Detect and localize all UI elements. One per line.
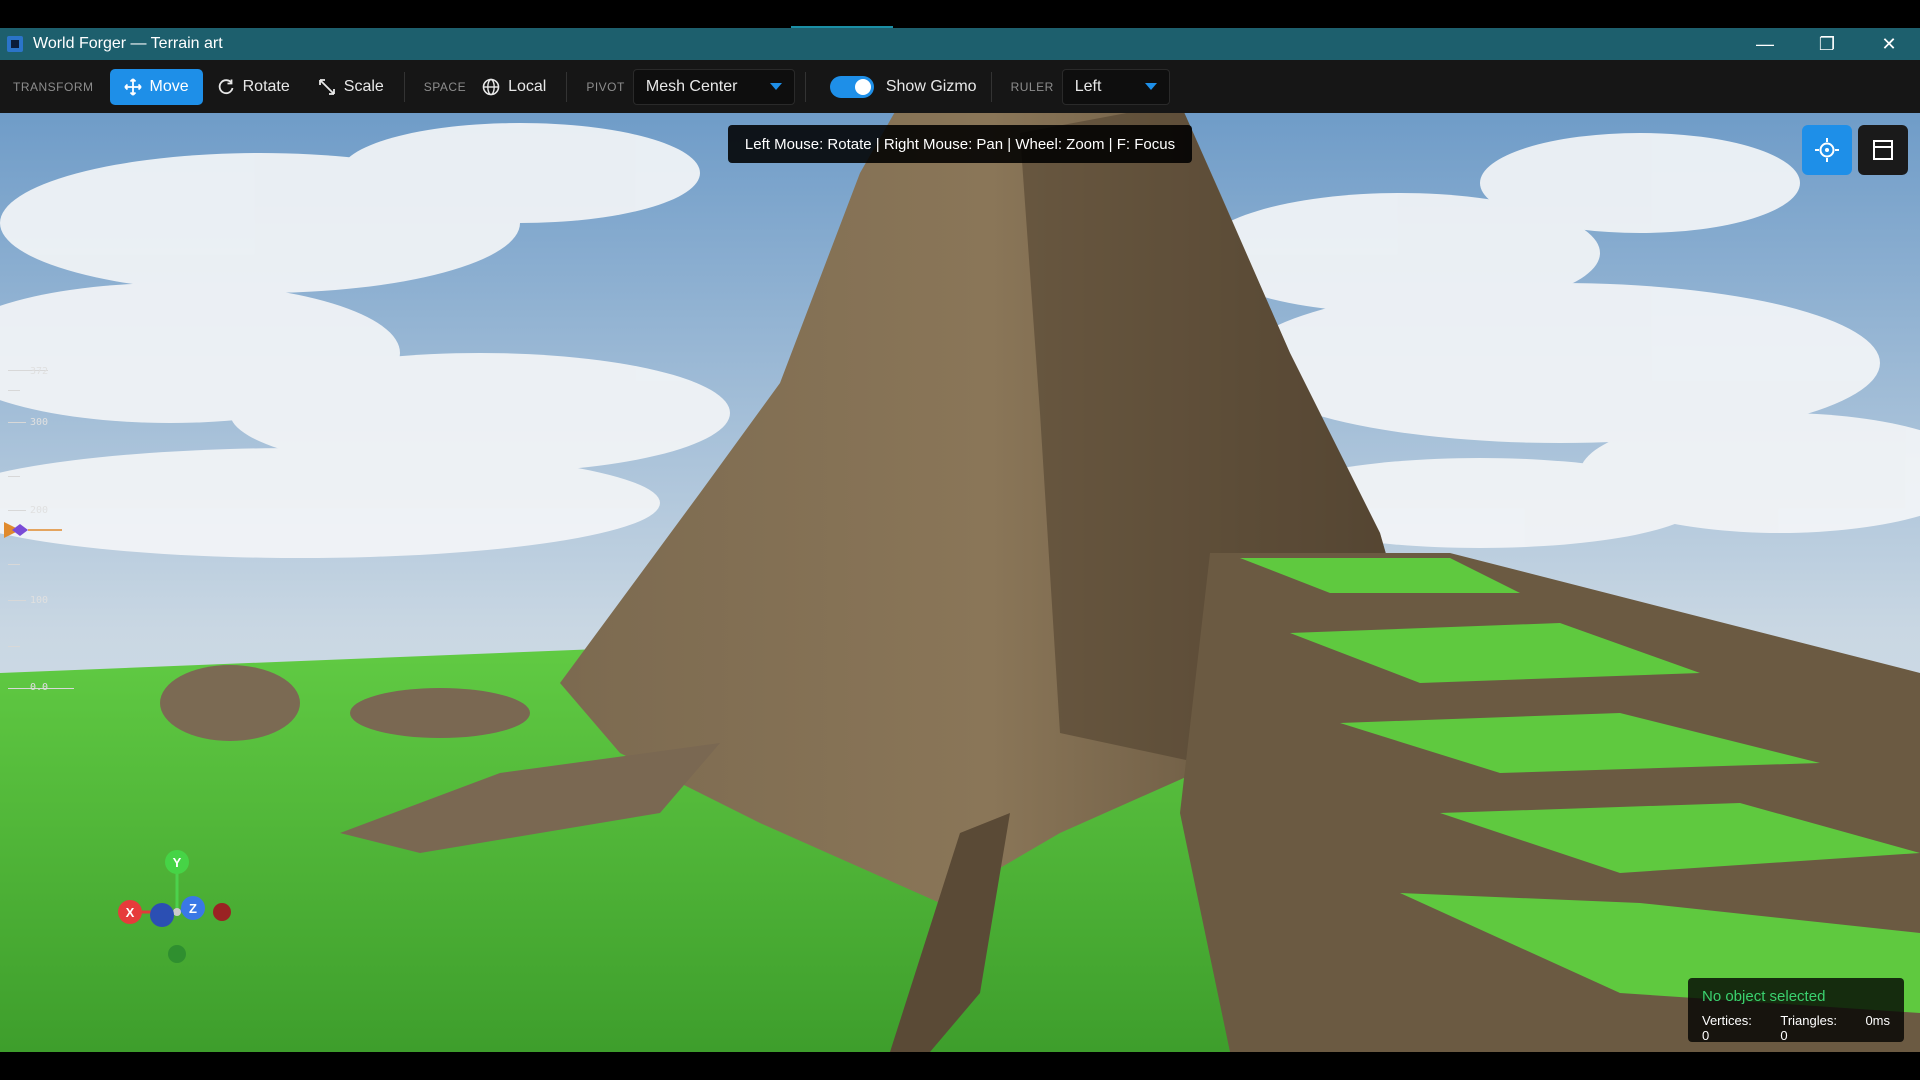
- controls-hint-tooltip: Left Mouse: Rotate | Right Mouse: Pan | …: [728, 125, 1192, 163]
- restore-button[interactable]: ❐: [1796, 28, 1858, 60]
- toolbar-divider: [990, 71, 992, 102]
- ruler-dropdown[interactable]: Left: [1061, 68, 1170, 105]
- layout-button[interactable]: [1858, 125, 1908, 175]
- window-title: World Forger — Terrain art: [33, 35, 223, 52]
- toolbar-divider: [566, 71, 568, 102]
- app-logo-icon: [7, 36, 23, 52]
- 3d-viewport[interactable]: 372 300 200 100 0.0 Y X Z: [0, 113, 1920, 1052]
- terrain-scene: [0, 113, 1920, 1052]
- title-accent: [791, 26, 893, 28]
- chevron-down-icon: [1144, 83, 1157, 90]
- pivot-value: Mesh Center: [645, 77, 738, 95]
- move-button-label: Move: [149, 77, 189, 95]
- title-bar: World Forger — Terrain art — ❐ ✕: [0, 26, 1920, 60]
- space-value: Local: [508, 77, 547, 95]
- rock-small: [160, 665, 300, 741]
- toolbar-divider: [804, 71, 806, 102]
- toolbar-divider: [403, 71, 405, 102]
- ruler-label-200: 200: [30, 505, 49, 516]
- move-icon: [123, 77, 142, 96]
- ruler-label-0: 0.0: [30, 682, 49, 693]
- rotate-button-label: Rotate: [242, 77, 290, 95]
- show-gizmo-toggle[interactable]: [829, 75, 874, 98]
- move-button[interactable]: Move: [109, 68, 203, 105]
- show-gizmo-label: Show Gizmo: [885, 77, 977, 95]
- scale-button-label: Scale: [343, 77, 384, 95]
- ruler-marker-icon: [4, 522, 62, 538]
- axis-gizmo[interactable]: Y X Z: [110, 850, 250, 970]
- minimize-button[interactable]: —: [1734, 28, 1796, 60]
- toolbar: TRANSFORM Move Rotate Scale SPACE Local …: [0, 60, 1920, 113]
- app-frame: World Forger — Terrain art — ❐ ✕ TRANSFO…: [0, 0, 1920, 1080]
- ruler-label-100: 100: [30, 595, 49, 606]
- pivot-label: PIVOT: [586, 79, 625, 94]
- close-button[interactable]: ✕: [1858, 28, 1920, 60]
- vertex-count: Vertices: 0: [1702, 1013, 1752, 1043]
- ruler-label: RULER: [1010, 79, 1054, 94]
- bottom-bar: [0, 1052, 1920, 1080]
- mesh-stats: Vertices: 0 Triangles: 0 0ms: [1702, 1013, 1890, 1043]
- height-ruler: 372 300 200 100 0.0: [0, 366, 80, 790]
- x-axis-handle[interactable]: X: [118, 900, 142, 924]
- panel-layout-icon: [1873, 140, 1893, 160]
- focus-button[interactable]: [1802, 125, 1852, 175]
- pivot-dropdown[interactable]: Mesh Center: [632, 68, 795, 105]
- selection-status: No object selected: [1702, 988, 1826, 1005]
- frame-time: 0ms: [1865, 1013, 1890, 1028]
- space-toggle-button[interactable]: Local: [480, 69, 560, 105]
- y-axis-handle[interactable]: Y: [165, 850, 189, 874]
- rock-ridge: [350, 688, 530, 738]
- space-label: SPACE: [423, 79, 467, 94]
- selection-status-panel: No object selected Vertices: 0 Triangles…: [1688, 978, 1904, 1043]
- z-axis-handle[interactable]: Z: [181, 896, 205, 920]
- scale-icon: [318, 78, 335, 95]
- globe-icon: [482, 78, 500, 95]
- rotate-icon: [218, 78, 234, 94]
- window-controls: — ❐ ✕: [1734, 28, 1920, 60]
- ruler-label-372: 372: [30, 366, 49, 377]
- scale-button[interactable]: Scale: [304, 69, 398, 105]
- triangle-count: Triangles: 0: [1780, 1013, 1837, 1043]
- rotate-button[interactable]: Rotate: [203, 69, 304, 105]
- ruler-value: Left: [1074, 77, 1102, 95]
- crosshair-icon: [1815, 138, 1839, 162]
- ruler-label-300: 300: [30, 417, 49, 428]
- transform-label: TRANSFORM: [13, 79, 94, 94]
- chevron-down-icon: [769, 83, 782, 90]
